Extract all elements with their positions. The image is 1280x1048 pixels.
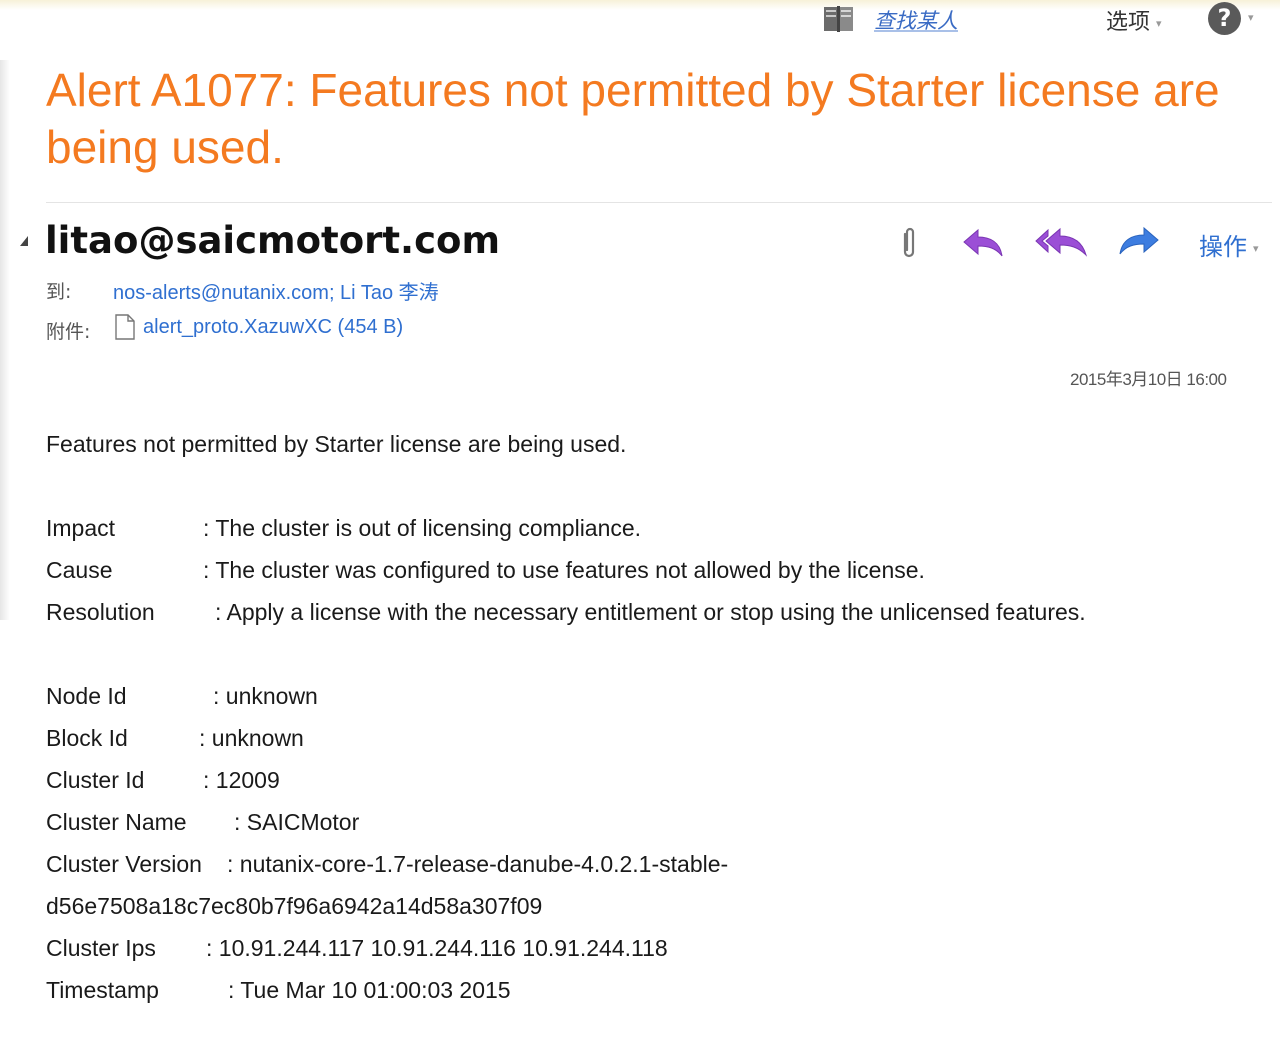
node-id-label: Node Id	[46, 683, 127, 709]
attachment-link[interactable]: alert_proto.XazuwXC (454 B)	[143, 316, 403, 339]
reply-all-icon[interactable]	[1034, 224, 1090, 262]
cluster-name-value: : SAICMotor	[234, 809, 360, 835]
sender-address[interactable]: litao@saicmotort.com	[45, 219, 500, 262]
resolution-label: Resolution	[46, 599, 155, 625]
options-label: 选项	[1106, 10, 1151, 35]
paperclip-icon[interactable]	[898, 226, 920, 262]
top-glow	[0, 0, 1280, 10]
timestamp-label: Timestamp	[46, 977, 159, 1003]
resolution-value: : Apply a license with the necessary ent…	[215, 599, 1086, 625]
recipients-list[interactable]: nos-alerts@nutanix.com; Li Tao 李涛	[113, 276, 439, 305]
file-icon	[115, 314, 135, 340]
cluster-name-label: Cluster Name	[46, 809, 187, 835]
cluster-version-continuation: d56e7508a18c7ec80b7f96a6942a14d58a307f09	[46, 893, 543, 919]
node-id-value: : unknown	[213, 683, 318, 709]
chevron-down-icon: ▾	[1248, 11, 1254, 24]
help-button[interactable]: ? ▾	[1208, 2, 1254, 35]
cluster-version-label: Cluster Version	[46, 851, 202, 877]
reply-icon[interactable]	[960, 226, 1006, 262]
collapse-triangle-icon[interactable]	[18, 234, 30, 248]
cluster-id-value: : 12009	[203, 767, 280, 793]
chevron-down-icon: ▾	[1156, 16, 1162, 30]
impact-value: : The cluster is out of licensing compli…	[203, 515, 642, 541]
body-intro: Features not permitted by Starter licens…	[46, 431, 627, 457]
cluster-id-label: Cluster Id	[46, 767, 145, 793]
header-divider	[46, 202, 1272, 203]
block-id-value: : unknown	[199, 725, 304, 751]
attachments-label: 附件:	[46, 321, 91, 343]
received-date: 2015年3月10日 16:00	[1070, 370, 1227, 389]
chevron-down-icon: ▾	[1253, 241, 1259, 255]
left-shade	[0, 60, 10, 620]
help-icon: ?	[1208, 2, 1241, 35]
block-id-label: Block Id	[46, 725, 128, 751]
email-subject: Alert A1077: Features not permitted by S…	[46, 64, 1220, 173]
cause-label: Cause	[46, 557, 113, 583]
impact-label: Impact	[46, 515, 116, 541]
options-menu[interactable]: 选项 ▾	[1106, 4, 1162, 36]
address-book-icon[interactable]	[822, 4, 856, 34]
cluster-ips-label: Cluster Ips	[46, 935, 156, 961]
actions-menu[interactable]: 操作 ▾	[1199, 227, 1259, 262]
cluster-version-value: : nutanix-core-1.7-release-danube-4.0.2.…	[227, 851, 729, 877]
timestamp-value: : Tue Mar 10 01:00:03 2015	[228, 977, 511, 1003]
cluster-ips-value: : 10.91.244.117 10.91.244.116 10.91.244.…	[206, 935, 668, 961]
find-person-link[interactable]: 查找某人	[874, 5, 958, 35]
actions-label: 操作	[1199, 233, 1247, 261]
forward-icon[interactable]	[1116, 224, 1162, 262]
cause-value: : The cluster was configured to use feat…	[203, 557, 925, 583]
to-label: 到:	[46, 281, 72, 303]
